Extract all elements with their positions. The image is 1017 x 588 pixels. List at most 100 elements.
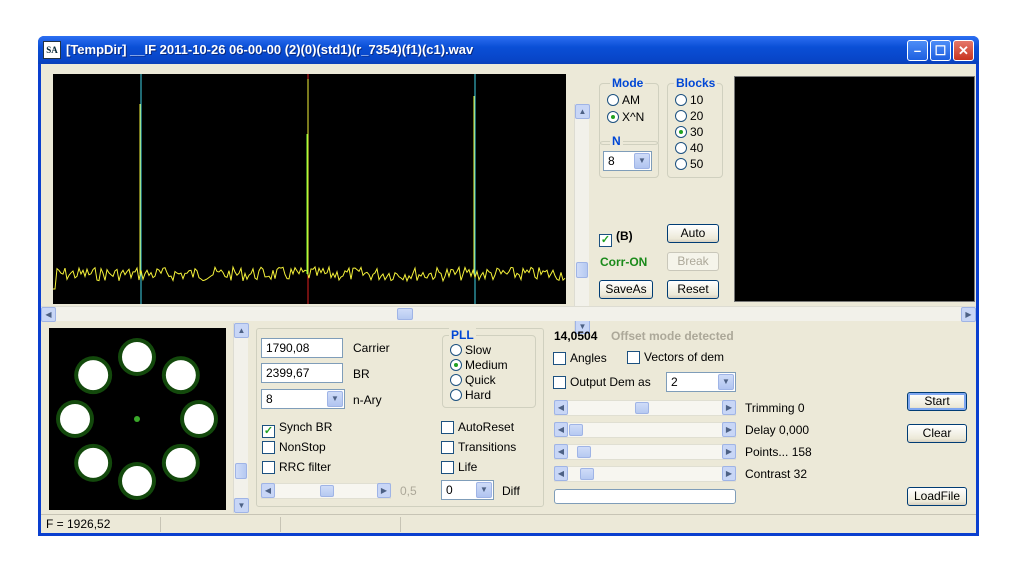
scroll-up-icon[interactable]: ▲ <box>575 104 590 119</box>
loadfile-button[interactable]: LoadFile <box>907 487 967 506</box>
br-input[interactable]: 2399,67 <box>261 363 343 383</box>
radio-blocks-40[interactable]: 40 <box>675 141 703 156</box>
checkbox-life[interactable]: Life <box>441 460 477 475</box>
saveas-button[interactable]: SaveAs <box>599 280 653 299</box>
reset-button[interactable]: Reset <box>667 280 719 299</box>
radio-blocks-10[interactable]: 10 <box>675 93 703 108</box>
scroll-down-icon[interactable]: ▼ <box>234 498 249 513</box>
slider-thumb[interactable] <box>320 485 334 497</box>
scroll-right-icon[interactable]: ▶ <box>722 466 736 481</box>
carrier-input[interactable]: 1790,08 <box>261 338 343 358</box>
corr-on-status: Corr-ON <box>600 255 648 269</box>
checkbox-transitions[interactable]: Transitions <box>441 440 516 455</box>
diff-select[interactable]: 0 ▼ <box>441 480 494 500</box>
window-title: [TempDir] __IF 2011-10-26 06-00-00 (2)(0… <box>66 42 474 57</box>
radio-label: Hard <box>465 388 492 402</box>
nary-select[interactable]: 8 ▼ <box>261 389 345 409</box>
slider-track[interactable]: ◀ ▶ <box>554 422 736 438</box>
waterfall-display[interactable] <box>734 76 975 302</box>
slider-thumb[interactable] <box>580 468 595 480</box>
close-button[interactable]: ✕ <box>953 40 974 61</box>
diff-label: Diff <box>502 484 520 498</box>
status-cell-4 <box>400 517 976 532</box>
scroll-thumb[interactable] <box>397 308 413 320</box>
slider-thumb[interactable] <box>569 424 583 436</box>
radio-pll-slow[interactable]: Slow <box>450 343 491 358</box>
chevron-down-icon: ▼ <box>634 153 650 169</box>
scroll-right-icon[interactable]: ▶ <box>722 444 736 459</box>
radio-mode-am[interactable]: AM <box>607 93 640 108</box>
br-label: BR <box>353 367 370 381</box>
scroll-left-icon[interactable]: ◀ <box>554 422 568 437</box>
scroll-up-icon[interactable]: ▲ <box>234 323 249 338</box>
radio-pll-medium[interactable]: Medium <box>450 358 508 373</box>
start-button[interactable]: Start <box>907 392 967 411</box>
radio-label: Slow <box>465 343 492 357</box>
main-window: SA [TempDir] __IF 2011-10-26 06-00-00 (2… <box>38 36 979 536</box>
checkbox-vectors[interactable]: Vectors of dem <box>627 350 724 365</box>
rolloff-slider[interactable]: ◀ ▶ <box>261 483 391 499</box>
slider-track[interactable]: ◀ ▶ <box>554 466 736 482</box>
mode-title: Mode <box>610 76 646 90</box>
radio-blocks-30[interactable]: 30 <box>675 125 703 140</box>
mode-group: Mode AM X^N <box>599 76 659 145</box>
scroll-right-icon[interactable]: ▶ <box>722 400 736 415</box>
radio-blocks-50[interactable]: 50 <box>675 157 703 172</box>
maximize-button[interactable]: ☐ <box>930 40 951 61</box>
constellation-vscroll[interactable]: ▲ ▼ <box>233 323 249 513</box>
slider-thumb[interactable] <box>635 402 650 414</box>
minimize-button[interactable]: – <box>907 40 928 61</box>
slider-thumb[interactable] <box>577 446 592 458</box>
n-select[interactable]: 8 ▼ <box>603 151 652 171</box>
title-bar[interactable]: SA [TempDir] __IF 2011-10-26 06-00-00 (2… <box>38 36 979 64</box>
radio-icon <box>675 142 687 154</box>
checkbox-output-dem[interactable]: Output Dem as <box>553 375 651 390</box>
slider-track[interactable]: ◀ ▶ <box>554 444 736 460</box>
radio-label: 30 <box>690 125 704 139</box>
spectrum-display[interactable] <box>53 74 566 304</box>
output-dem-select[interactable]: 2 ▼ <box>666 372 736 392</box>
radio-label: 40 <box>690 141 704 155</box>
break-button[interactable]: Break <box>667 252 719 271</box>
checkbox-label: Transitions <box>458 440 517 454</box>
constellation-display[interactable] <box>49 328 226 510</box>
check-icon: ✓ <box>262 425 275 438</box>
radio-mode-xn[interactable]: X^N <box>607 110 644 125</box>
slider-label: Points... 158 <box>745 445 812 459</box>
constellation-symbol <box>165 447 196 478</box>
constellation-center <box>134 416 140 422</box>
auto-button[interactable]: Auto <box>667 224 719 243</box>
clear-button[interactable]: Clear <box>907 424 967 443</box>
slider-track[interactable]: ◀ ▶ <box>554 400 736 416</box>
radio-label: 20 <box>690 109 704 123</box>
radio-pll-hard[interactable]: Hard <box>450 388 491 403</box>
n-title: N <box>610 134 623 148</box>
scroll-thumb[interactable] <box>235 463 247 479</box>
radio-pll-quick[interactable]: Quick <box>450 373 496 388</box>
checkbox-b[interactable]: ✓ (B) <box>599 229 633 247</box>
checkbox-rrc-filter[interactable]: RRC filter <box>262 460 331 475</box>
radio-label: 10 <box>690 93 704 107</box>
checkbox-angles[interactable]: Angles <box>553 351 607 366</box>
radio-label: AM <box>622 93 640 107</box>
checkbox-synch-br[interactable]: ✓ Synch BR <box>262 420 332 438</box>
scroll-left-icon[interactable]: ◀ <box>554 466 568 481</box>
spectrum-vscroll[interactable]: ▲ ▼ <box>574 104 590 334</box>
scroll-right-icon[interactable]: ▶ <box>961 307 976 322</box>
spectrum-hscroll[interactable]: ◀ ▶ <box>41 306 976 322</box>
scroll-thumb[interactable] <box>576 262 588 278</box>
checkbox-nonstop[interactable]: NonStop <box>262 440 326 455</box>
radio-label: X^N <box>622 110 645 124</box>
blocks-group: Blocks 10 20 30 40 50 <box>667 76 723 178</box>
scroll-left-icon[interactable]: ◀ <box>41 307 56 322</box>
radio-blocks-20[interactable]: 20 <box>675 109 703 124</box>
scroll-right-icon[interactable]: ▶ <box>722 422 736 437</box>
checkbox-autoreset[interactable]: AutoReset <box>441 420 514 435</box>
scroll-left-icon[interactable]: ◀ <box>261 483 275 498</box>
scroll-right-icon[interactable]: ▶ <box>377 483 391 498</box>
slider-label: Contrast 32 <box>745 467 808 481</box>
scroll-left-icon[interactable]: ◀ <box>554 400 568 415</box>
checkbox-label: Vectors of dem <box>644 350 725 364</box>
app-logo-icon: SA <box>43 41 61 59</box>
scroll-left-icon[interactable]: ◀ <box>554 444 568 459</box>
